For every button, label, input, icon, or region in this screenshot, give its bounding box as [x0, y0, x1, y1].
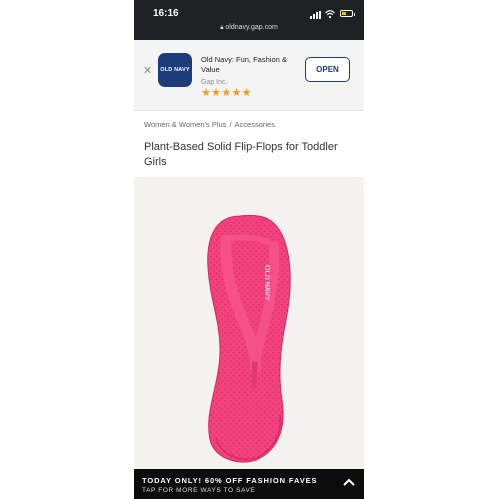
product-title: Plant-Based Solid Flip-Flops for Toddler…: [144, 141, 338, 168]
url-text: oldnavy.gap.com: [225, 24, 278, 31]
breadcrumb-separator: /: [229, 120, 232, 129]
lock-icon: 🔒︎: [220, 25, 224, 31]
flip-flop-icon: OLD NAVY: [207, 214, 291, 463]
promo-title: TODAY ONLY! 60% OFF FASHION FAVES: [142, 476, 318, 485]
open-app-button[interactable]: OPEN: [305, 57, 350, 82]
promo-banner[interactable]: TODAY ONLY! 60% OFF FASHION FAVES TAP FO…: [134, 469, 364, 499]
app-title: Old Navy: Fun, Fashion & Value: [201, 55, 287, 74]
app-install-banner: ✕ OLD NAVY Old Navy: Fun, Fashion & Valu…: [134, 40, 364, 111]
svg-text:OLD NAVY: OLD NAVY: [263, 265, 270, 301]
app-publisher: Gap Inc.: [201, 79, 228, 86]
battery-icon: [340, 10, 355, 17]
chevron-up-icon[interactable]: [343, 478, 355, 486]
breadcrumb-category[interactable]: Women & Women's Plus: [144, 120, 226, 129]
wifi-icon: [325, 10, 335, 19]
promo-subtitle: TAP FOR MORE WAYS TO SAVE: [142, 487, 256, 494]
product-image[interactable]: OLD NAVY: [134, 177, 364, 499]
breadcrumb-subcategory[interactable]: Accessories: [235, 120, 275, 129]
star-rating: ★★★★★: [201, 87, 252, 99]
signal-icon: [310, 11, 322, 19]
close-icon[interactable]: ✕: [143, 64, 152, 77]
status-time: 16:16: [153, 8, 179, 19]
address-bar[interactable]: 🔒︎ oldnavy.gap.com: [134, 24, 364, 38]
status-bar: 16:16 🔒︎ oldnavy.gap.com: [134, 0, 364, 40]
breadcrumb: Women & Women's Plus / Accessories: [144, 120, 275, 129]
phone-screen: 16:16 🔒︎ oldnavy.gap.com ✕ OLD NAVY Old N…: [134, 0, 364, 499]
app-logo: OLD NAVY: [158, 53, 192, 87]
